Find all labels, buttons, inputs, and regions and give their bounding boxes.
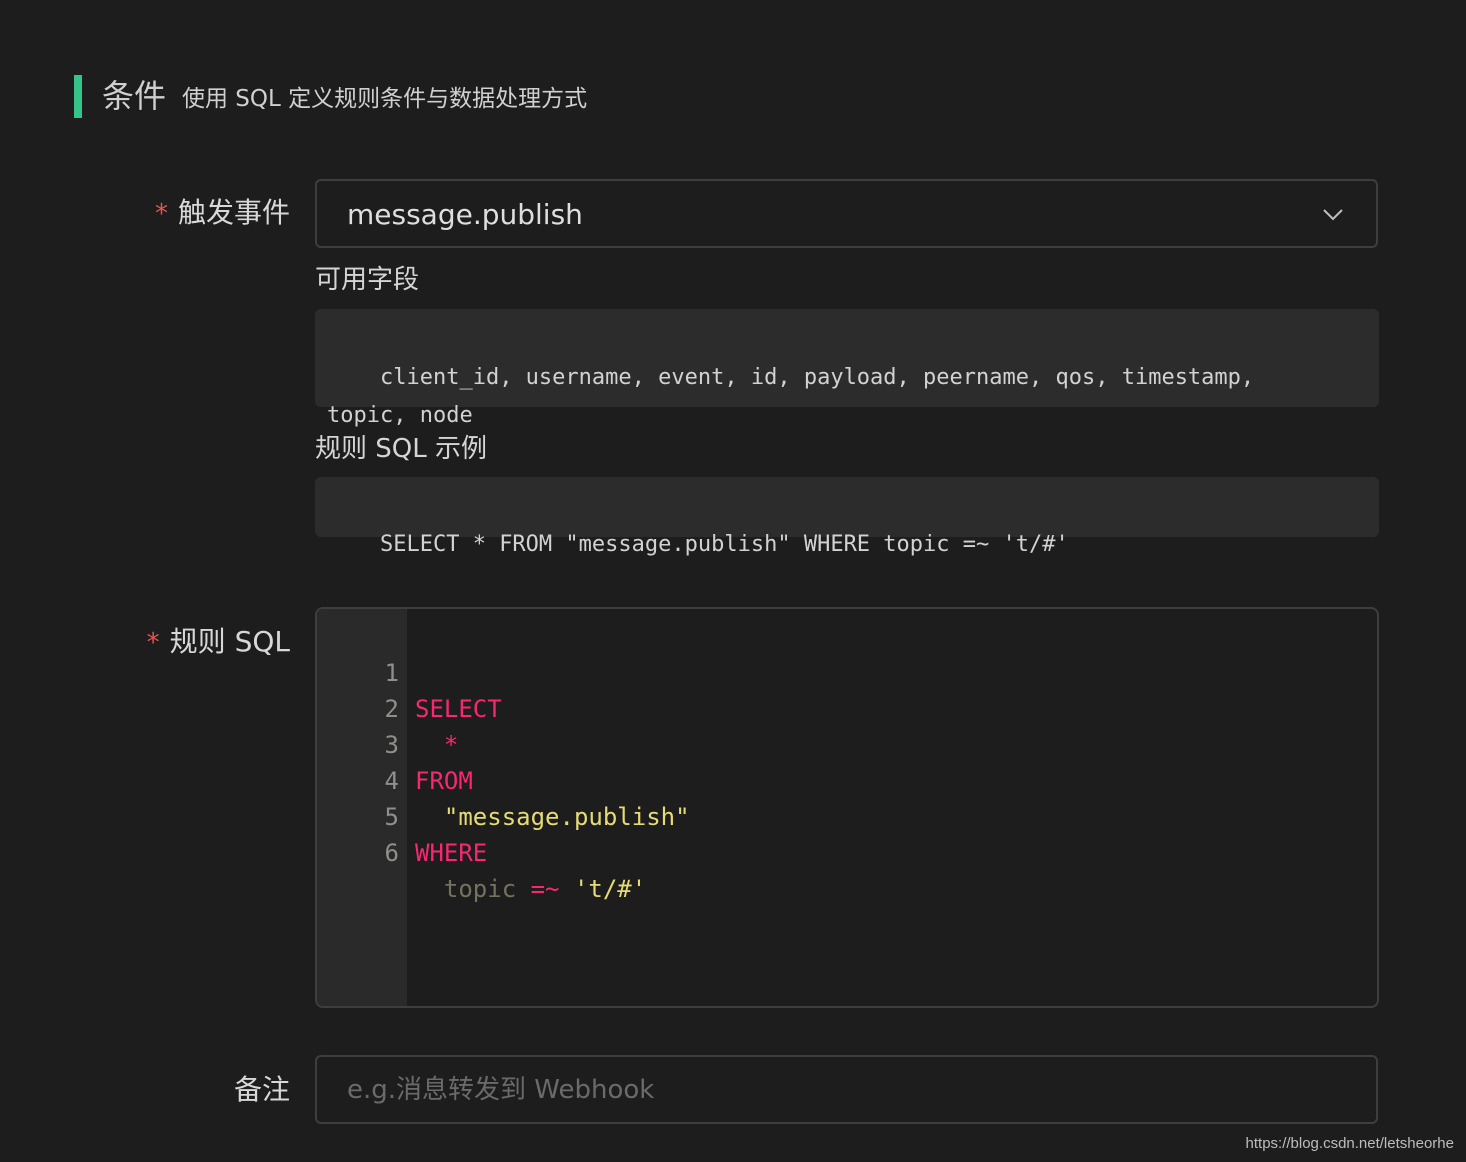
code-line: 5 WHERE [317,763,488,867]
code-content: topic =~ 't/#' [415,871,646,907]
available-fields-text: client_id, username, event, id, payload,… [327,365,1268,428]
code-string: "message.publish" [415,803,690,831]
section-subtitle: 使用 SQL 定义规则条件与数据处理方式 [182,86,588,112]
section-accent-bar [74,75,82,118]
code-line: 6 topic =~ 't/#' [317,799,647,903]
remark-label: 备注 [233,1073,290,1106]
sql-example-text: SELECT * FROM "message.publish" WHERE to… [379,532,1069,557]
code-line: 4 "message.publish" [317,727,690,831]
rule-sql-label: * 规则 SQL [147,624,290,661]
code-keyword: FROM [415,767,473,795]
code-line: 3 FROM [317,691,473,795]
trigger-event-select[interactable]: message.publish [315,179,1378,248]
code-line: 2 * [317,655,459,759]
rule-sql-label-text: 规则 SQL [169,625,290,658]
required-mark: * [146,628,160,658]
code-operator: * [415,731,459,759]
trigger-event-label: * 触发事件 [155,195,290,232]
trigger-event-value: message.publish [347,198,583,231]
code-keyword: SELECT [415,695,502,723]
trigger-event-label-text: 触发事件 [177,196,290,229]
line-number: 6 [384,839,399,867]
available-fields-heading: 可用字段 [315,265,420,295]
code-keyword: WHERE [415,839,488,867]
chevron-down-icon [1323,209,1343,221]
section-title: 条件 [102,77,167,115]
available-fields-box: client_id, username, event, id, payload,… [315,309,1379,428]
watermark-text: https://blog.csdn.net/letsheorhe [1245,1135,1454,1152]
required-mark: * [154,199,168,229]
code-identifier: topic [415,875,517,903]
rule-condition-form: 条件 使用 SQL 定义规则条件与数据处理方式 * 触发事件 message.pu… [0,0,1466,1162]
code-line: 1 SELECT [317,619,502,723]
code-string: 't/#' [573,875,647,903]
sql-example-box: SELECT * FROM "message.publish" WHERE to… [315,477,1379,557]
code-operator: =~ [516,875,574,903]
remark-input[interactable] [315,1055,1378,1124]
sql-example-heading: 规则 SQL 示例 [315,434,487,464]
rule-sql-editor[interactable]: 1 SELECT 2 * 3 FROM 4 "message.publish" … [315,607,1379,1008]
